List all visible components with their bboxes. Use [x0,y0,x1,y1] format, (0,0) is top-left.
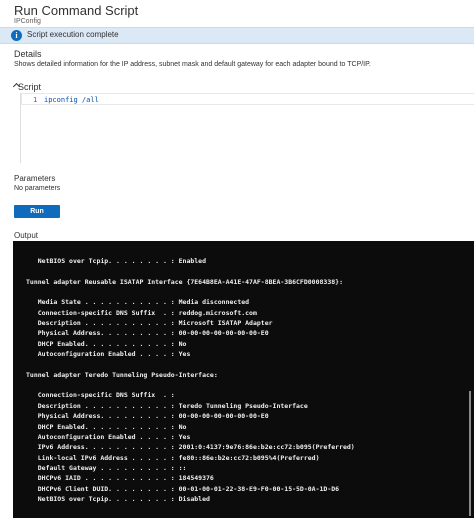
output-line: Tunnel adapter Reusable ISATAP Interface… [26,277,343,286]
script-code: ipconfig /all [44,96,99,104]
output-line: DHCP Enabled. . . . . . . . . . . : No [26,422,187,431]
details-heading: Details [14,49,42,59]
script-editor[interactable]: 1 ipconfig /all [20,93,474,163]
output-line: Link-local IPv6 Address . . . . . : fe80… [26,453,320,462]
output-line: Autoconfiguration Enabled . . . . : Yes [26,350,191,359]
output-line: Description . . . . . . . . . . . : Micr… [26,319,273,328]
output-line: Connection-specific DNS Suffix . : reddo… [26,308,257,317]
output-console[interactable]: NetBIOS over Tcpip. . . . . . . . : Enab… [13,241,474,518]
output-line: Tunnel adapter Teredo Tunneling Pseudo-I… [26,370,218,379]
info-icon: i [11,30,22,41]
script-heading: Script [18,82,42,92]
output-line: DHCP Enabled. . . . . . . . . . . : No [26,339,187,348]
output-line: NetBIOS over Tcpip. . . . . . . . : Enab… [26,257,207,265]
parameters-heading: Parameters [14,174,56,183]
details-description: Shows detailed information for the IP ad… [14,61,371,68]
output-line: DHCPv6 IAID . . . . . . . . . . . : 1845… [26,474,214,483]
page-title: Run Command Script [14,3,139,18]
output-line: Physical Address. . . . . . . . . : 00-0… [26,412,269,421]
output-line: Connection-specific DNS Suffix . : [26,391,175,400]
editor-line: 1 ipconfig /all [21,93,474,105]
output-line: NetBIOS over Tcpip. . . . . . . . : Disa… [26,494,210,503]
output-line: DHCPv6 Client DUID. . . . . . . . : 00-0… [26,484,340,493]
run-button[interactable]: Run [14,205,60,218]
output-heading: Output [14,231,39,240]
output-line: IPv6 Address. . . . . . . . . . . : 2001… [26,443,355,452]
page-subtitle: IPConfig [14,18,41,25]
parameters-text: No parameters [14,185,61,192]
output-line: Physical Address. . . . . . . . . : 00-0… [26,329,269,338]
line-number: 1 [33,96,38,104]
output-line: Media State . . . . . . . . . . . : Medi… [26,298,250,307]
output-text: NetBIOS over Tcpip. . . . . . . . : Enab… [26,256,355,504]
status-banner: i Script execution complete [0,27,474,44]
output-line: Default Gateway . . . . . . . . . : :: [26,463,187,472]
output-line: Autoconfiguration Enabled . . . . : Yes [26,432,191,441]
status-message: Script execution complete [27,30,119,39]
console-scrollbar[interactable] [469,391,471,516]
script-section-toggle[interactable]: Script [18,82,41,92]
output-line: Description . . . . . . . . . . . : Tere… [26,401,308,410]
